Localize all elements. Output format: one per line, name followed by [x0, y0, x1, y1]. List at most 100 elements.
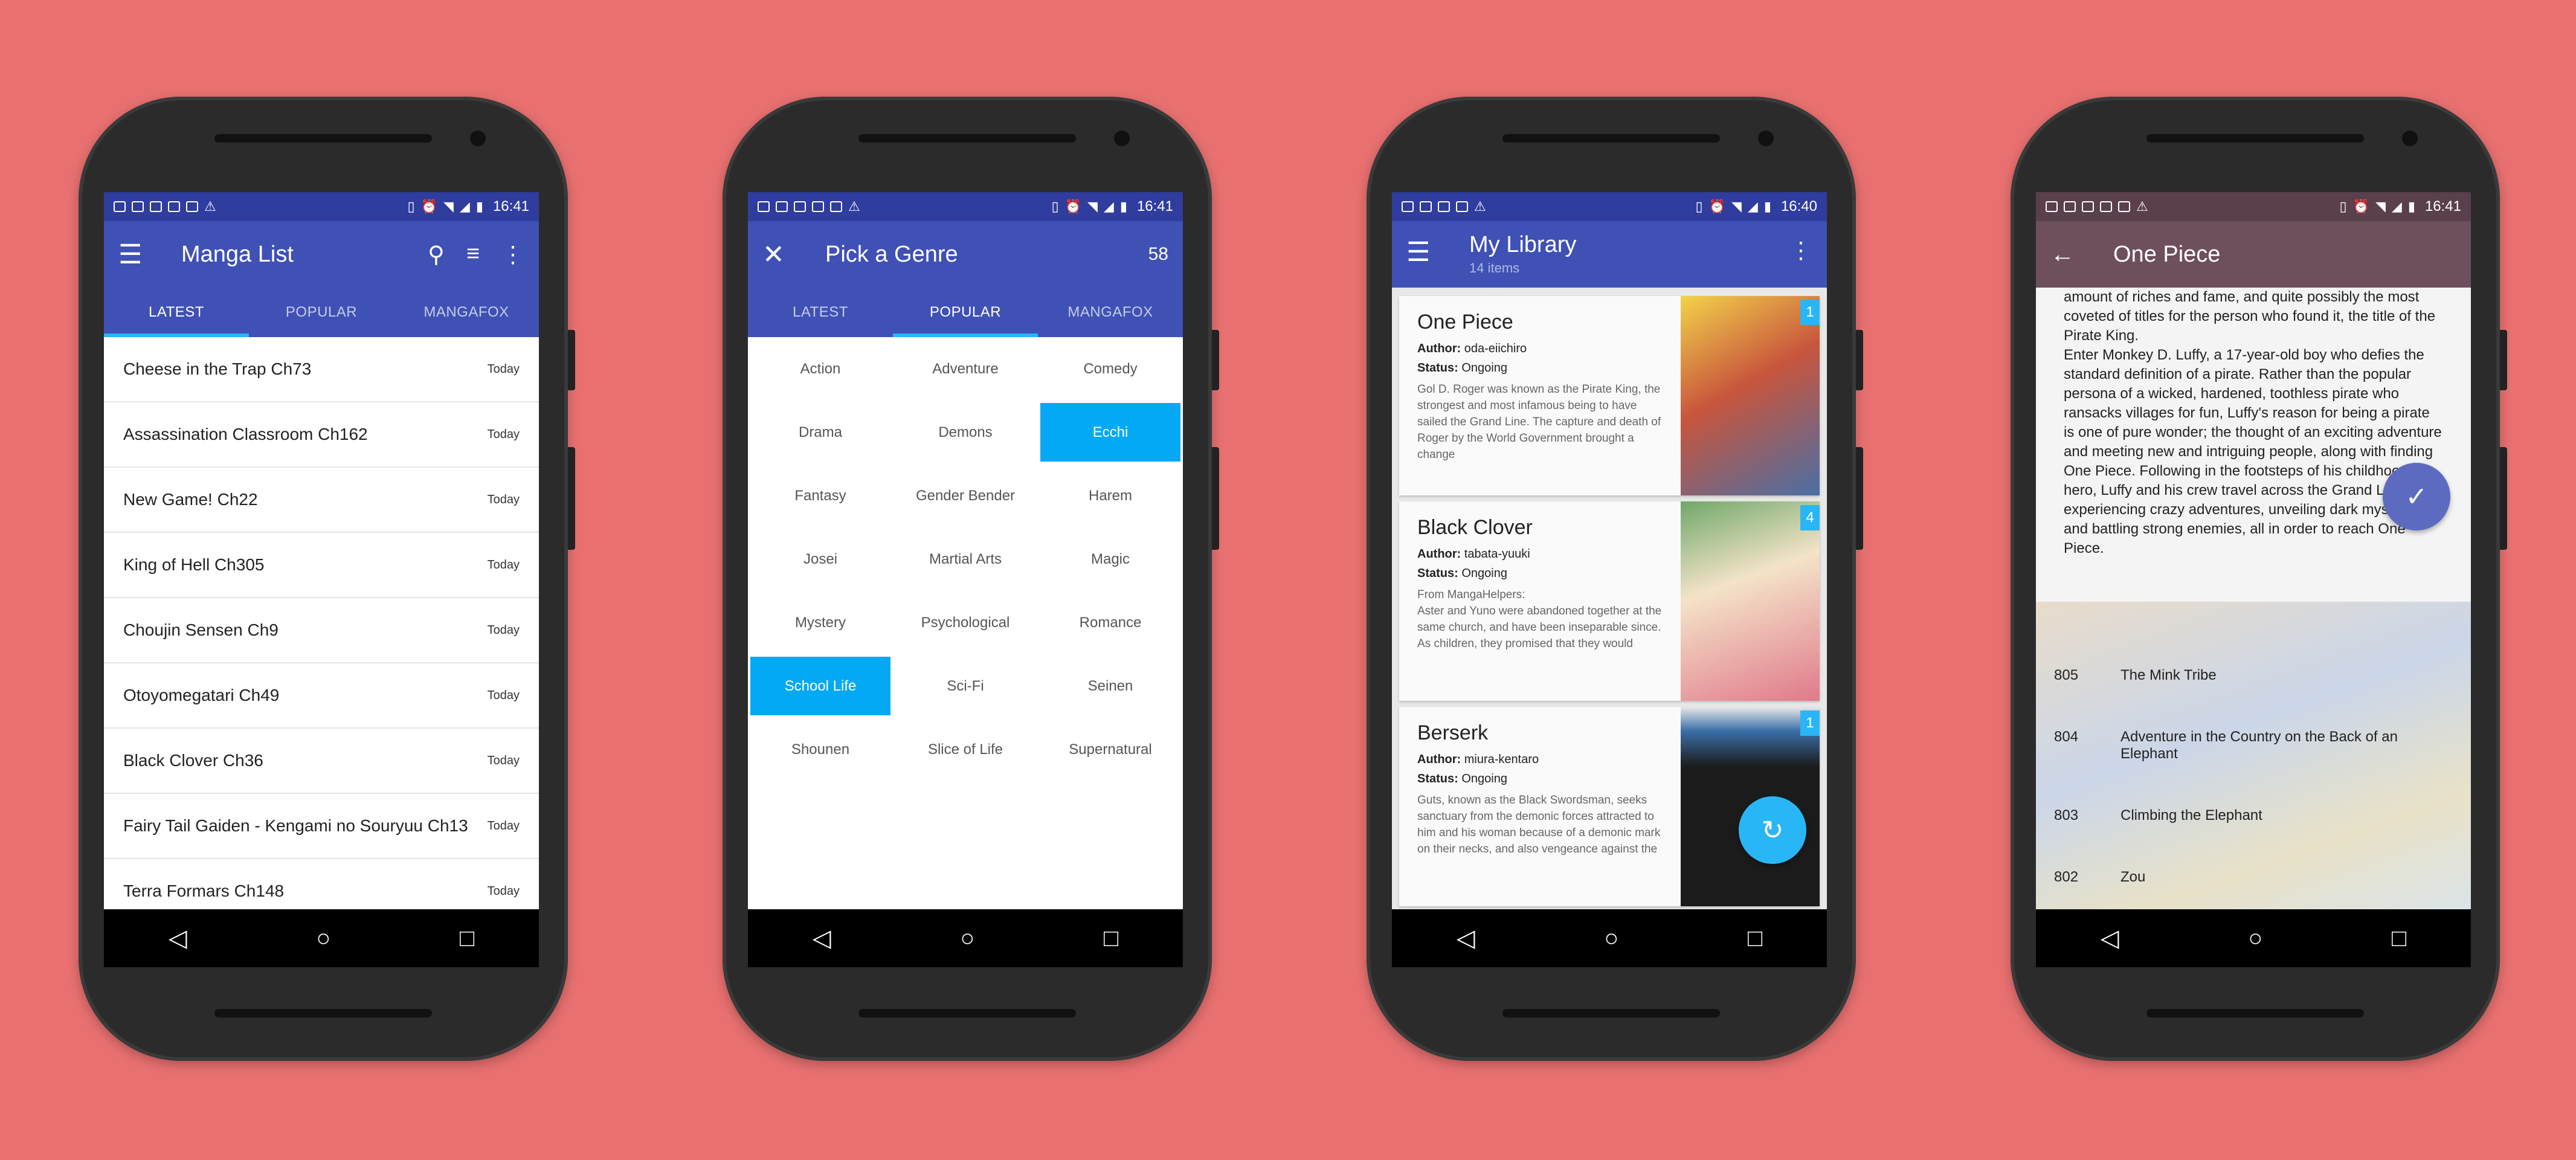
home-nav-icon[interactable]: ○: [316, 925, 330, 952]
alarm-icon: ⏰: [2352, 199, 2369, 214]
volume-button: [568, 447, 575, 550]
chapter-number: 804: [2054, 729, 2079, 745]
manga-title: Choujin Sensen Ch9: [123, 620, 279, 639]
chapter-row[interactable]: 803 Climbing the Elephant: [2036, 807, 2471, 824]
genre-chip[interactable]: Harem: [1038, 464, 1183, 527]
more-vert-icon[interactable]: ⋮: [1789, 237, 1812, 264]
status-time: 16:41: [492, 198, 529, 214]
home-nav-icon[interactable]: ○: [1604, 925, 1618, 952]
list-item[interactable]: Assassination Classroom Ch162 Today: [104, 402, 539, 468]
back-nav-icon[interactable]: ◁: [813, 924, 831, 952]
list-item[interactable]: King of Hell Ch305 Today: [104, 533, 539, 598]
recents-nav-icon[interactable]: □: [460, 925, 474, 952]
tab-latest[interactable]: LATEST: [748, 288, 893, 337]
genre-chip[interactable]: Sci-Fi: [893, 654, 1038, 718]
library-card[interactable]: One Piece Author: oda-eiichiro Status: O…: [1399, 296, 1820, 495]
update-date: Today: [487, 492, 520, 506]
chapter-number: 805: [2054, 667, 2079, 683]
back-nav-icon[interactable]: ◁: [169, 924, 187, 952]
author-label: Author:: [1417, 547, 1461, 561]
synopsis-text: amount of riches and fame, and quite pos…: [2064, 289, 2442, 556]
search-icon[interactable]: ⚲: [428, 241, 445, 268]
chapter-row[interactable]: 804 Adventure in the Country on the Back …: [2036, 729, 2471, 762]
notification-icon: [2100, 201, 2112, 212]
favorite-check-fab[interactable]: ✓: [2383, 463, 2450, 530]
page-title: My Library: [1469, 232, 1577, 257]
manga-title: King of Hell Ch305: [123, 555, 265, 574]
signal-icon: ◢: [1747, 199, 1758, 214]
chapter-title: Zou: [2120, 869, 2146, 885]
list-item[interactable]: New Game! Ch22 Today: [104, 468, 539, 533]
unread-badge: 4: [1800, 505, 1820, 530]
back-nav-icon[interactable]: ◁: [2101, 924, 2119, 952]
library-card[interactable]: Black Clover Author: tabata-yuuki Status…: [1399, 501, 1820, 701]
genre-chip[interactable]: Drama: [748, 401, 893, 464]
recents-nav-icon[interactable]: □: [1748, 925, 1762, 952]
back-nav-icon[interactable]: ◁: [1457, 924, 1475, 952]
menu-icon[interactable]: ☰: [118, 239, 152, 270]
back-arrow-icon[interactable]: ←: [2050, 241, 2084, 268]
bottom-speaker: [858, 1009, 1076, 1017]
genre-chip[interactable]: Magic: [1038, 527, 1183, 591]
recents-nav-icon[interactable]: □: [2392, 925, 2406, 952]
status-value: Ongoing: [1461, 361, 1507, 375]
chapter-row[interactable]: 802 Zou: [2036, 869, 2471, 886]
tab-latest[interactable]: LATEST: [104, 288, 249, 337]
genre-chip[interactable]: Mystery: [748, 591, 893, 654]
author-value: tabata-yuuki: [1464, 547, 1530, 561]
genre-chip[interactable]: Martial Arts: [893, 527, 1038, 591]
alarm-icon: ⏰: [1064, 199, 1081, 214]
genre-chip[interactable]: Supernatural: [1038, 718, 1183, 781]
tab-mangafox[interactable]: MANGAFOX: [1038, 288, 1183, 337]
manga-title: Black Clover Ch36: [123, 751, 263, 770]
list-item[interactable]: Black Clover Ch36 Today: [104, 729, 539, 794]
front-camera: [470, 130, 486, 146]
tab-mangafox[interactable]: MANGAFOX: [394, 288, 539, 337]
power-button: [1856, 330, 1863, 390]
wifi-icon: ◥: [443, 199, 454, 214]
tab-popular[interactable]: POPULAR: [249, 288, 394, 337]
close-icon[interactable]: ✕: [762, 239, 796, 270]
battery-icon: ▮: [1119, 199, 1127, 214]
manga-title: New Game! Ch22: [123, 490, 258, 509]
home-nav-icon[interactable]: ○: [960, 925, 974, 952]
more-vert-icon[interactable]: ⋮: [501, 241, 524, 268]
chapter-row[interactable]: 805 The Mink Tribe: [2036, 667, 2471, 684]
genre-chip-selected[interactable]: Ecchi: [1040, 403, 1180, 462]
recents-nav-icon[interactable]: □: [1104, 925, 1118, 952]
list-item[interactable]: Fairy Tail Gaiden - Kengami no Souryuu C…: [104, 794, 539, 859]
genre-chip[interactable]: Romance: [1038, 591, 1183, 654]
notification-icon: [132, 201, 144, 212]
genre-chip[interactable]: Comedy: [1038, 337, 1183, 401]
list-item[interactable]: Cheese in the Trap Ch73 Today: [104, 337, 539, 402]
genre-chip[interactable]: Josei: [748, 527, 893, 591]
unread-badge: 1: [1800, 300, 1820, 325]
tab-popular[interactable]: POPULAR: [893, 288, 1038, 337]
genre-grid: Action Adventure Comedy Drama Demons Ecc…: [748, 337, 1183, 781]
refresh-fab[interactable]: ↻: [1739, 796, 1806, 864]
genre-chip[interactable]: Fantasy: [748, 464, 893, 527]
warning-icon: ⚠: [1474, 199, 1486, 214]
genre-chip[interactable]: Gender Bender: [893, 464, 1038, 527]
notification-icon: [2064, 201, 2076, 212]
wifi-icon: ◥: [1087, 199, 1098, 214]
mail-icon: [2082, 201, 2094, 212]
chapter-title: The Mink Tribe: [2120, 667, 2217, 683]
menu-icon[interactable]: ☰: [1406, 237, 1440, 268]
genre-chip[interactable]: Adventure: [893, 337, 1038, 401]
phone-genre-picker: ⚠ ▯ ⏰ ◥ ◢ ▮ 16:41 ✕ Pick a Genre 58 LATEST PO…: [723, 97, 1219, 1061]
list-item[interactable]: Otoyomegatari Ch49 Today: [104, 663, 539, 729]
genre-chip[interactable]: Seinen: [1038, 654, 1183, 718]
genre-chip[interactable]: Shounen: [748, 718, 893, 781]
genre-chip[interactable]: Slice of Life: [893, 718, 1038, 781]
filter-icon[interactable]: ≡: [466, 241, 480, 268]
notification-icon: [2046, 201, 2058, 212]
genre-chip[interactable]: Demons: [893, 401, 1038, 464]
genre-chip[interactable]: Psychological: [893, 591, 1038, 654]
chapter-number: 802: [2054, 869, 2079, 885]
tab-bar: LATEST POPULAR MANGAFOX: [748, 288, 1183, 337]
list-item[interactable]: Choujin Sensen Ch9 Today: [104, 598, 539, 663]
genre-chip-selected[interactable]: School Life: [750, 657, 890, 715]
genre-chip[interactable]: Action: [748, 337, 893, 401]
home-nav-icon[interactable]: ○: [2248, 925, 2262, 952]
